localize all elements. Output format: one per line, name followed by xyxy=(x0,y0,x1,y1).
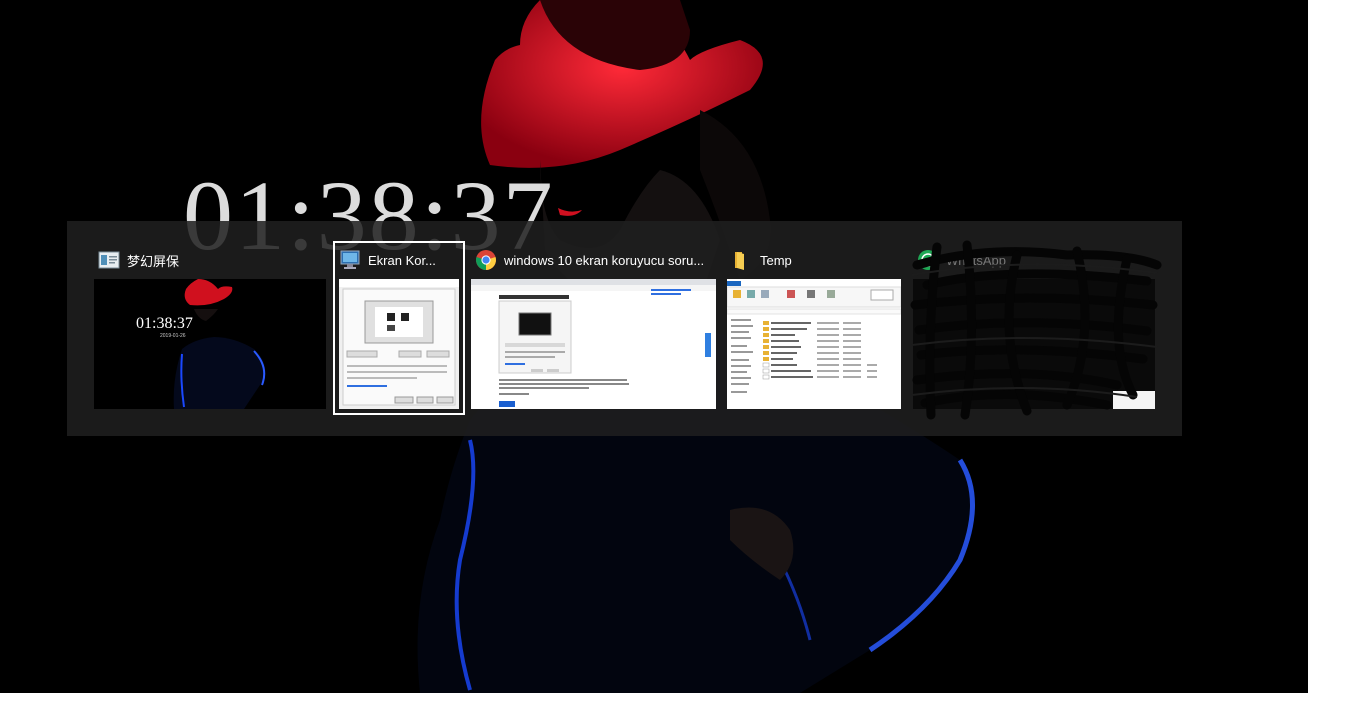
window-thumbnail xyxy=(727,279,901,409)
chrome-icon xyxy=(475,249,497,271)
redaction-scribble xyxy=(910,240,1162,420)
thumbnail-wallpaper-image xyxy=(173,279,266,409)
desktop-screen: 01:38:37 梦幻屏保 01:38:37 2019-01-26 Ekran … xyxy=(0,0,1308,693)
window-title: 梦幻屏保 xyxy=(127,253,180,269)
switcher-window-whatsapp[interactable]: WhatsApp xyxy=(910,240,1162,420)
thumbnail-date: 2019-01-26 xyxy=(160,333,186,339)
screensaver-app-icon xyxy=(98,249,120,271)
window-thumbnail xyxy=(339,279,459,409)
window-thumbnail: 01:38:37 2019-01-26 xyxy=(94,279,326,409)
switcher-window-screensaver[interactable]: 梦幻屏保 01:38:37 2019-01-26 xyxy=(94,243,326,413)
window-header: Temp xyxy=(727,243,901,277)
window-title: windows 10 ekran koruyucu soru... xyxy=(504,252,705,268)
switcher-window-ekran-koruyucu[interactable]: Ekran Kor... xyxy=(333,241,465,415)
window-header: Ekran Kor... xyxy=(335,243,463,277)
switcher-window-chrome[interactable]: windows 10 ekran koruyucu soru... xyxy=(471,243,716,413)
folder-icon xyxy=(731,249,753,271)
window-thumbnail xyxy=(471,279,716,409)
thumbnail-clock: 01:38:37 xyxy=(136,315,193,332)
window-header: 梦幻屏保 xyxy=(94,243,326,277)
task-switcher: 梦幻屏保 01:38:37 2019-01-26 Ekran Kor... wi… xyxy=(67,221,1182,436)
window-header: windows 10 ekran koruyucu soru... xyxy=(471,243,716,277)
switcher-window-temp[interactable]: Temp xyxy=(727,243,901,413)
window-title: Temp xyxy=(760,252,792,268)
screensaver-settings-icon xyxy=(339,249,361,271)
window-title: Ekran Kor... xyxy=(368,252,436,268)
